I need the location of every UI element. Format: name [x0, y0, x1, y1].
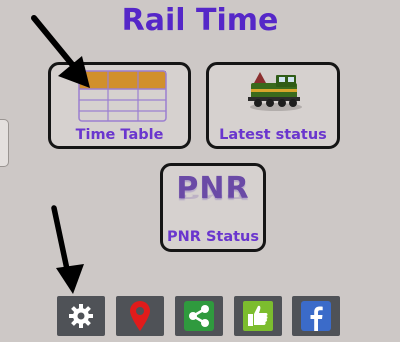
time-table-label: Time Table [75, 127, 164, 143]
pnr-status-tile[interactable]: PNR PNR PNR Status [160, 163, 266, 252]
pnr-status-label: PNR Status [166, 229, 260, 245]
arrow-to-settings [51, 205, 84, 294]
facebook-icon [301, 301, 331, 331]
arrow-to-time-table [31, 15, 90, 88]
locomotive-icon [248, 72, 302, 111]
thumbs-up-icon [243, 301, 273, 331]
pnr-logo-reflection: PNR [163, 195, 263, 201]
location-button[interactable] [116, 296, 164, 336]
side-drawer-handle[interactable] [0, 119, 9, 167]
facebook-button[interactable] [292, 296, 340, 336]
map-pin-icon [130, 301, 150, 331]
rate-app-button[interactable] [234, 296, 282, 336]
latest-status-tile[interactable]: Latest status [206, 62, 340, 149]
gear-icon [69, 304, 93, 328]
settings-button[interactable] [57, 296, 105, 336]
share-button[interactable] [175, 296, 223, 336]
share-icon [184, 301, 214, 331]
latest-status-label: Latest status [219, 127, 327, 143]
